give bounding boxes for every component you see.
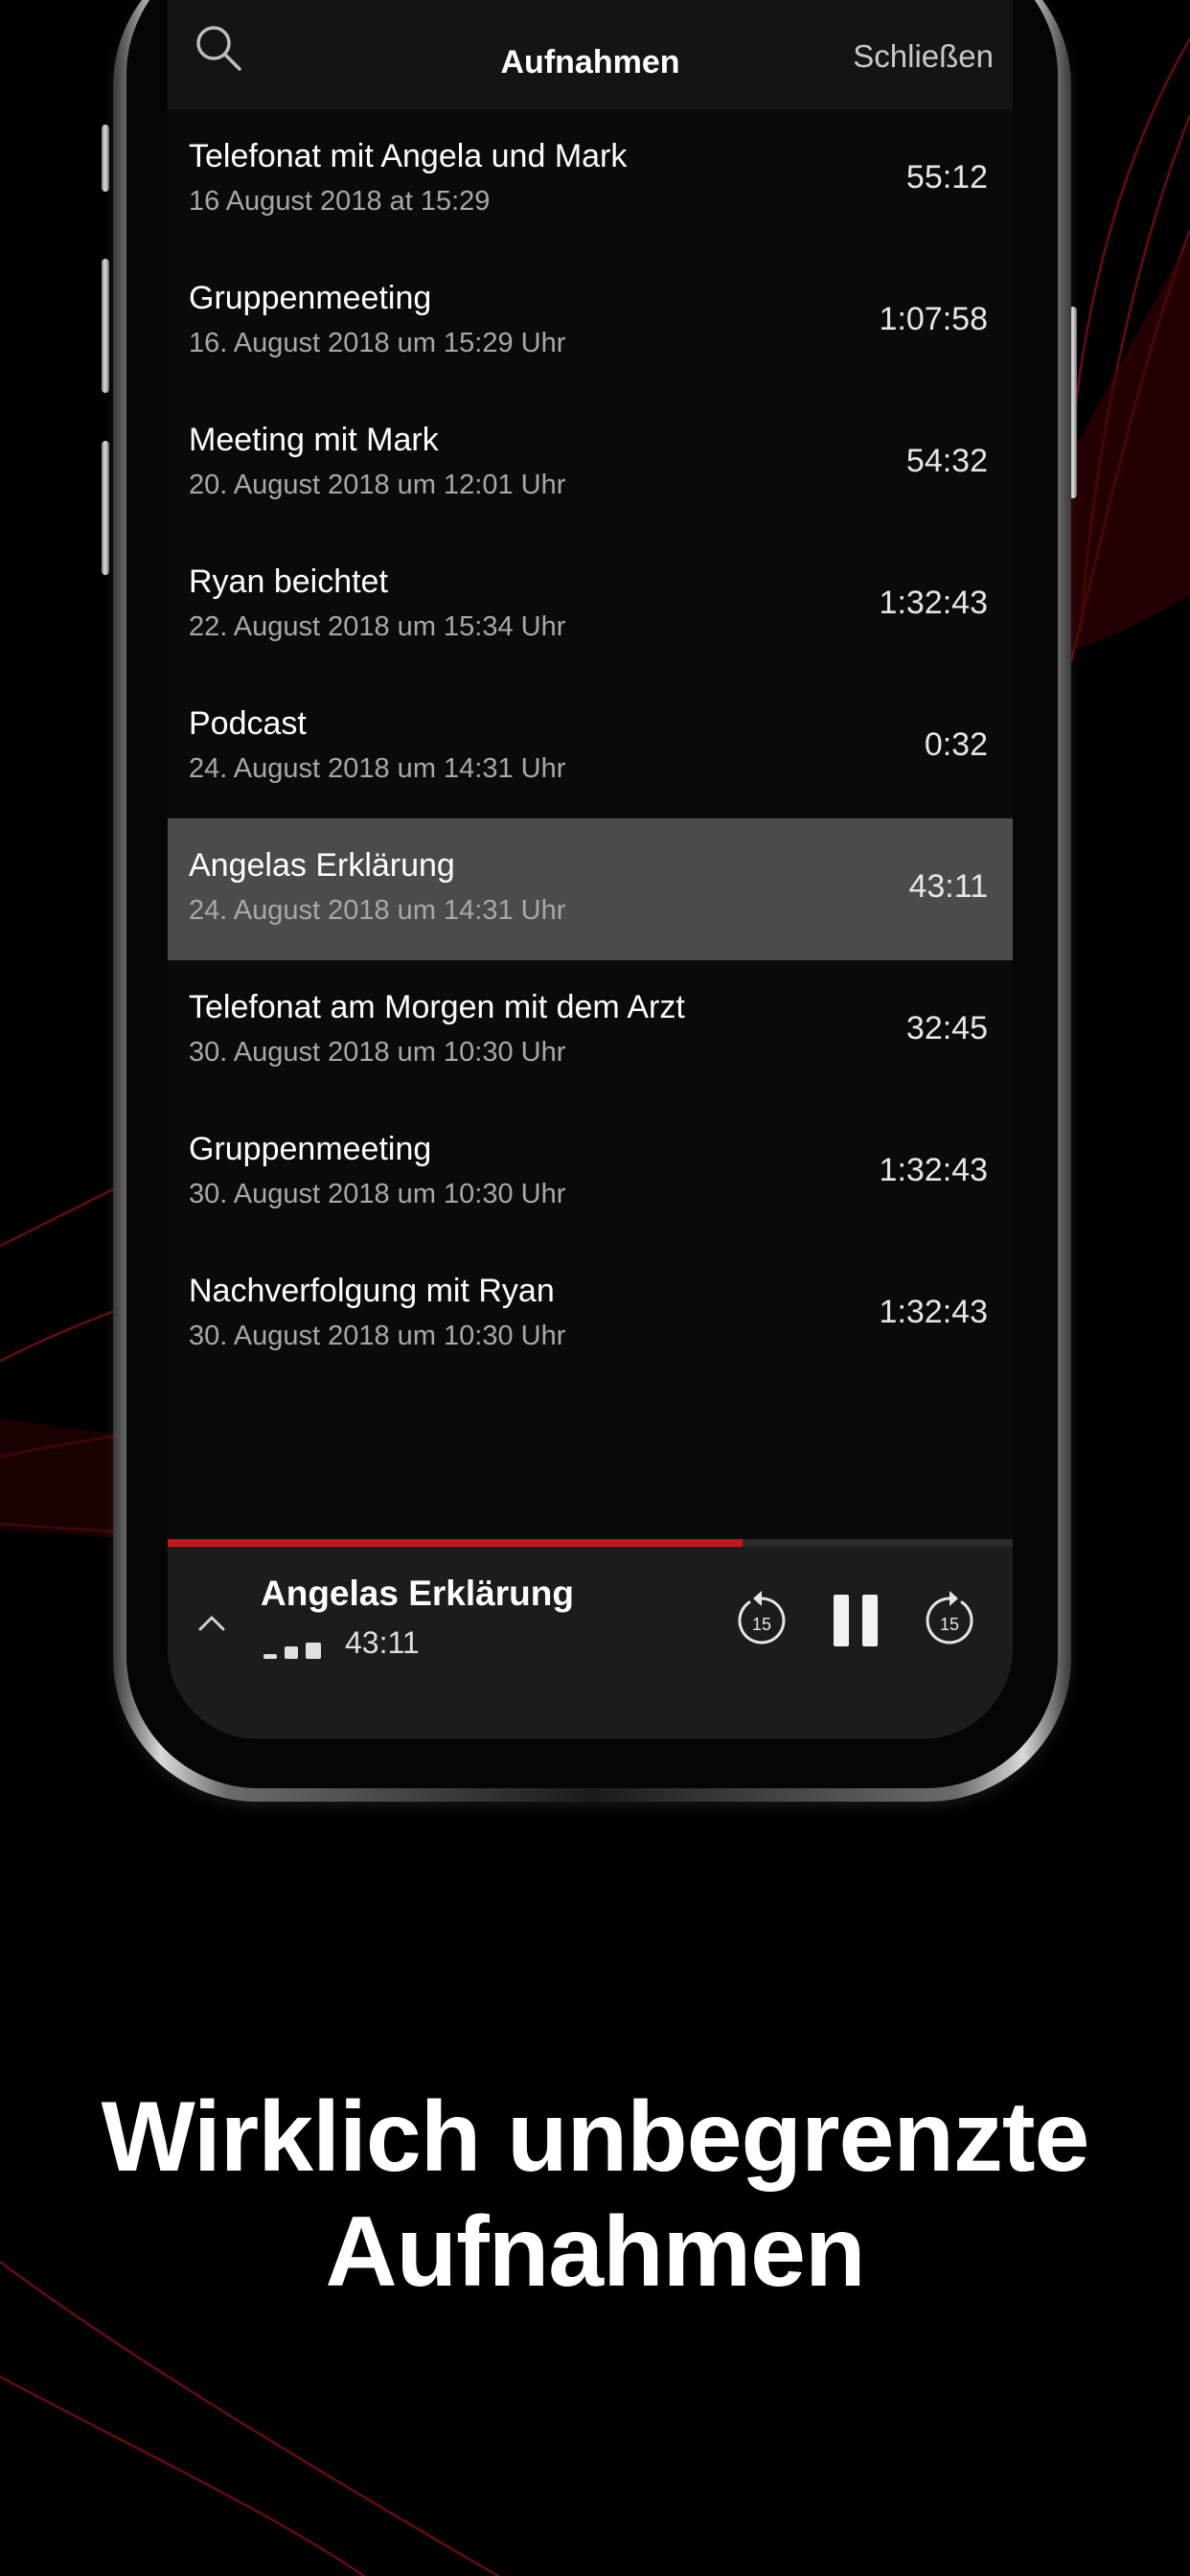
phone-side-button xyxy=(102,125,109,192)
skip-back-label: 15 xyxy=(752,1615,771,1634)
pause-icon[interactable] xyxy=(822,1587,889,1654)
recording-row[interactable]: Gruppenmeeting 30. August 2018 um 10:30 U… xyxy=(168,1102,1013,1244)
recording-title: Nachverfolgung mit Ryan xyxy=(189,1273,555,1309)
recording-title: Podcast xyxy=(189,705,307,742)
app-screen: Aufnahmen Schließen Telefonat mit Angela… xyxy=(168,0,1013,1739)
recordings-list: Telefonat mit Angela und Mark 16 August 2… xyxy=(168,109,1013,1386)
recording-title: Meeting mit Mark xyxy=(189,422,439,458)
recording-duration: 55:12 xyxy=(905,159,988,196)
recording-row[interactable]: Telefonat am Morgen mit dem Arzt 30. Augu… xyxy=(168,960,1013,1102)
playback-progress-bar[interactable] xyxy=(168,1539,1013,1547)
recording-duration: 32:45 xyxy=(905,1010,988,1046)
phone-volume-up-button xyxy=(102,259,109,393)
waveform-icon xyxy=(263,1643,321,1659)
recording-row[interactable]: Gruppenmeeting 16. August 2018 um 15:29 U… xyxy=(168,251,1013,393)
skip-forward-15-icon[interactable]: 15 xyxy=(916,1587,983,1654)
recording-date: 30. August 2018 um 10:30 Uhr xyxy=(189,1179,566,1209)
recording-row[interactable]: Ryan beichtet 22. August 2018 um 15:34 Uh… xyxy=(168,535,1013,677)
recording-date: 16. August 2018 um 15:29 Uhr xyxy=(189,328,566,358)
recording-date: 24. August 2018 um 14:31 Uhr xyxy=(189,895,566,926)
recording-duration: 43:11 xyxy=(908,868,988,905)
recording-duration: 1:32:43 xyxy=(879,1152,988,1188)
recording-title: Gruppenmeeting xyxy=(189,280,432,316)
playback-progress-fill xyxy=(168,1539,743,1547)
recording-title: Ryan beichtet xyxy=(189,564,388,600)
recording-date: 24. August 2018 um 14:31 Uhr xyxy=(189,753,566,784)
recording-title: Gruppenmeeting xyxy=(189,1131,432,1167)
recording-duration: 0:32 xyxy=(924,726,988,763)
close-button[interactable]: Schließen xyxy=(853,38,994,75)
recording-row[interactable]: Meeting mit Mark 20. August 2018 um 12:01… xyxy=(168,393,1013,535)
chevron-up-icon[interactable] xyxy=(195,1606,229,1641)
recording-date: 22. August 2018 um 15:34 Uhr xyxy=(189,611,566,642)
skip-forward-label: 15 xyxy=(940,1615,959,1634)
navigation-bar: Aufnahmen Schließen xyxy=(168,0,1013,109)
mini-player: Angelas Erklärung 43:11 15 15 xyxy=(168,1547,1013,1738)
recording-title: Angelas Erklärung xyxy=(189,847,455,884)
promo-caption: Wirklich unbegrenzte Aufnahmen xyxy=(0,2080,1190,2310)
recording-duration: 1:07:58 xyxy=(879,301,988,337)
recording-duration: 1:32:43 xyxy=(879,1294,988,1330)
caption-line-1: Wirklich unbegrenzte xyxy=(101,2082,1090,2193)
recording-date: 16 August 2018 at 15:29 xyxy=(189,186,491,217)
skip-back-15-icon[interactable]: 15 xyxy=(728,1587,795,1654)
recording-date: 20. August 2018 um 12:01 Uhr xyxy=(189,470,566,500)
recording-row[interactable]: Angelas Erklärung 24. August 2018 um 14:3… xyxy=(168,818,1013,960)
recording-date: 30. August 2018 um 10:30 Uhr xyxy=(189,1037,566,1068)
recording-date: 30. August 2018 um 10:30 Uhr xyxy=(189,1321,566,1351)
caption-line-2: Aufnahmen xyxy=(325,2196,866,2308)
recording-row[interactable]: Telefonat mit Angela und Mark 16 August 2… xyxy=(168,109,1013,251)
player-title: Angelas Erklärung xyxy=(261,1574,574,1613)
recording-title: Telefonat am Morgen mit dem Arzt xyxy=(189,989,685,1025)
recording-row[interactable]: Nachverfolgung mit Ryan 30. August 2018 u… xyxy=(168,1244,1013,1386)
recording-title: Telefonat mit Angela und Mark xyxy=(189,138,628,174)
recording-row[interactable]: Podcast 24. August 2018 um 14:31 Uhr 0:32 xyxy=(168,677,1013,818)
recording-duration: 1:32:43 xyxy=(879,585,988,621)
phone-volume-down-button xyxy=(102,441,109,575)
recording-duration: 54:32 xyxy=(905,443,988,479)
player-elapsed-time: 43:11 xyxy=(345,1625,420,1660)
